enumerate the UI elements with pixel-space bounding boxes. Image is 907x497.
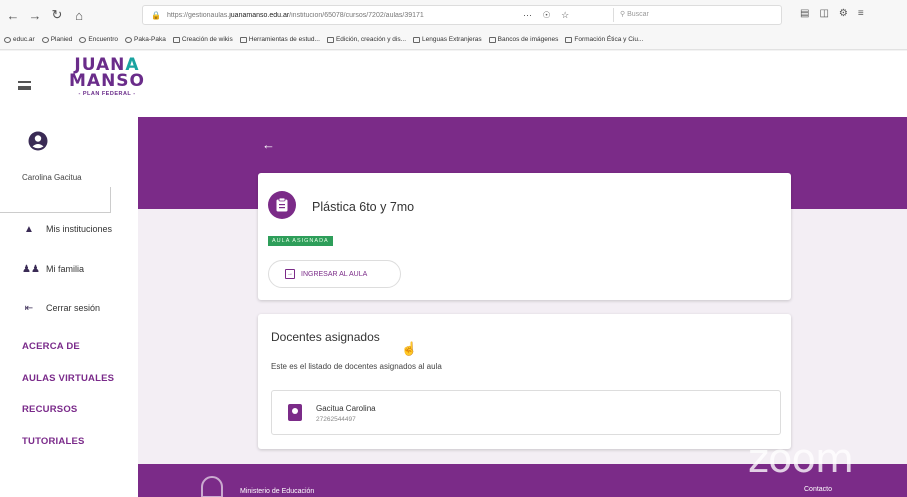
folder-icon — [413, 36, 421, 43]
bookmark-item[interactable]: Planied — [41, 36, 73, 43]
sidebar-item-mi-familia[interactable]: ♟♟ Mi familia — [0, 259, 84, 279]
home-icon[interactable]: ⌂ — [70, 6, 88, 24]
menu-icon[interactable] — [18, 81, 31, 90]
bookmark-label: Herramientas de estud... — [248, 36, 320, 43]
divider — [110, 187, 111, 213]
divider — [0, 212, 110, 213]
folder-icon — [488, 36, 496, 43]
bookmark-label: Paka-Paka — [134, 36, 166, 43]
bookmark-label: Encuentro — [88, 36, 119, 43]
logout-icon: ⇤ — [24, 302, 34, 314]
juana-manso-logo[interactable]: JUANA MANSO - PLAN FEDERAL - — [62, 57, 152, 115]
browser-toolbar: ← → ↻ ⌂ 🔒 https://gestionaulas.juanamans… — [0, 0, 907, 30]
bookmark-label: Planied — [50, 36, 73, 43]
folder-icon — [239, 36, 247, 43]
sidebar-item-cerrar-sesion[interactable]: ⇤ Cerrar sesión — [0, 298, 100, 318]
bookmark-item[interactable]: Creación de wikis — [172, 36, 233, 43]
site-icon — [79, 36, 87, 43]
bookmark-label: Bancos de imágenes — [497, 36, 559, 43]
pointer-cursor-icon: ☝ — [401, 341, 418, 356]
logo-line2: MANSO — [69, 71, 145, 91]
logo-subtitle: - PLAN FEDERAL - — [78, 91, 136, 97]
teachers-card: Docentes asignados ☝ Este es el listado … — [258, 314, 791, 449]
nav-link-tutoriales[interactable]: TUTORIALES — [22, 436, 85, 447]
sidebar-item-label: Mi familia — [46, 264, 85, 274]
nav-link-acerca-de[interactable]: ACERCA DE — [22, 341, 80, 352]
bookmark-item[interactable]: Encuentro — [79, 36, 118, 43]
teacher-list-item[interactable]: Gacitua Carolina 27262544497 — [271, 390, 781, 435]
bookmark-label: Formación Ética y Ciu... — [574, 36, 644, 43]
folder-icon — [326, 36, 334, 43]
search-input[interactable]: ⚲ Buscar — [613, 8, 781, 22]
login-icon: → — [285, 269, 295, 279]
url-text[interactable]: https://gestionaulas.juanamanso.edu.ar/i… — [167, 12, 537, 19]
forward-icon[interactable]: → — [26, 6, 44, 24]
clipboard-icon — [268, 191, 296, 219]
folder-icon — [172, 36, 180, 43]
url-prefix: https://gestionaulas. — [166, 11, 230, 19]
bookmark-item[interactable]: Bancos de imágenes — [488, 36, 559, 43]
sidebar-item-mis-instituciones[interactable]: ▲ Mis instituciones — [0, 219, 112, 239]
url-path: /institucion/65078/cursos/7202/aulas/391… — [289, 11, 424, 19]
status-badge: AULA ASIGNADA — [268, 236, 333, 246]
browser-menu-icons[interactable]: ▤◫⚙≡ — [800, 8, 874, 19]
teacher-badge-icon — [288, 404, 302, 421]
ministry-name[interactable]: Ministerio de Educación — [240, 488, 314, 495]
bookmarks-bar: educ.ar Planied Encuentro Paka-Paka Creación… — [0, 30, 907, 50]
teacher-id: 27262544497 — [316, 416, 356, 423]
section-title: Docentes asignados — [271, 330, 380, 344]
sidebar: Carolina Gacitua ▲ Mis instituciones ♟♟ … — [0, 117, 138, 497]
enter-classroom-label: INGRESAR AL AULA — [301, 270, 368, 278]
bookmark-item[interactable]: Lenguas Extranjeras — [413, 36, 482, 43]
family-icon: ♟♟ — [22, 263, 40, 275]
nav-link-aulas-virtuales[interactable]: AULAS VIRTUALES — [22, 373, 114, 384]
section-description: Este es el listado de docentes asignados… — [271, 362, 442, 371]
site-icon — [41, 36, 49, 43]
url-bar[interactable]: 🔒 https://gestionaulas.juanamanso.edu.ar… — [142, 5, 782, 25]
back-icon[interactable]: ← — [4, 6, 22, 24]
teacher-name: Gacitua Carolina — [316, 404, 376, 413]
reload-icon[interactable]: ↻ — [48, 6, 66, 24]
user-account-icon — [28, 131, 48, 151]
classroom-card: Plástica 6to y 7mo AULA ASIGNADA → INGRE… — [258, 173, 791, 300]
url-domain: juanamanso.edu.ar — [229, 11, 290, 19]
page-actions-icon[interactable]: ⋯ ☉ ☆ — [523, 10, 573, 21]
bookmark-item[interactable]: Herramientas de estud... — [239, 36, 320, 43]
contact-link[interactable]: Contacto — [804, 486, 832, 493]
back-arrow-icon[interactable]: ← — [262, 137, 275, 152]
enter-classroom-button[interactable]: → INGRESAR AL AULA — [268, 260, 401, 288]
graduation-cap-icon: ▲ — [24, 223, 34, 235]
bookmark-label: Lenguas Extranjeras — [422, 36, 482, 43]
sidebar-item-label: Mis instituciones — [46, 224, 113, 234]
bookmark-item[interactable]: Edición, creación y dis... — [326, 36, 407, 43]
user-name: Carolina Gacitua — [22, 173, 82, 182]
zoom-watermark: zoom — [748, 436, 854, 482]
app-header: JUANA MANSO - PLAN FEDERAL - — [0, 51, 907, 117]
nav-link-recursos[interactable]: RECURSOS — [22, 404, 77, 415]
folder-icon — [565, 36, 573, 43]
lock-icon: 🔒 — [151, 10, 161, 20]
site-icon — [4, 36, 11, 43]
sidebar-item-label: Cerrar sesión — [46, 303, 101, 313]
bookmark-item[interactable]: educ.ar — [4, 36, 35, 43]
bookmark-item[interactable]: Paka-Paka — [125, 36, 166, 43]
bookmark-label: Edición, creación y dis... — [335, 36, 407, 43]
search-placeholder: Buscar — [627, 11, 649, 18]
ministry-logo-icon — [201, 476, 223, 497]
bookmark-label: educ.ar — [13, 36, 35, 43]
site-icon — [125, 36, 133, 43]
bookmark-item[interactable]: Formación Ética y Ciu... — [565, 36, 643, 43]
classroom-title: Plástica 6to y 7mo — [312, 200, 415, 214]
bookmark-label: Creación de wikis — [181, 36, 233, 43]
